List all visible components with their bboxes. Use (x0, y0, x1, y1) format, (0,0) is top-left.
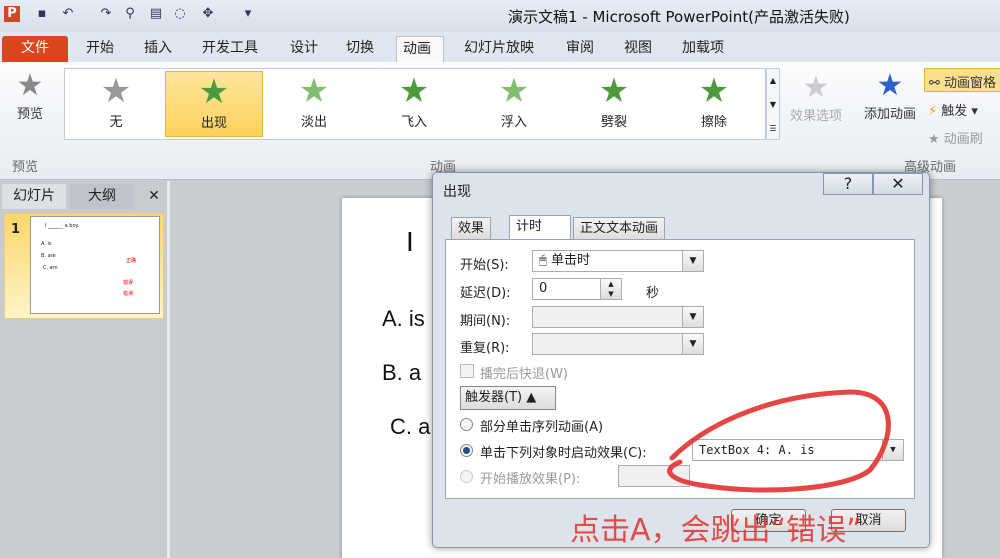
red-annotation-ellipse (667, 389, 891, 493)
annotation-text: 点击A，会跳出“错误” (570, 513, 862, 548)
